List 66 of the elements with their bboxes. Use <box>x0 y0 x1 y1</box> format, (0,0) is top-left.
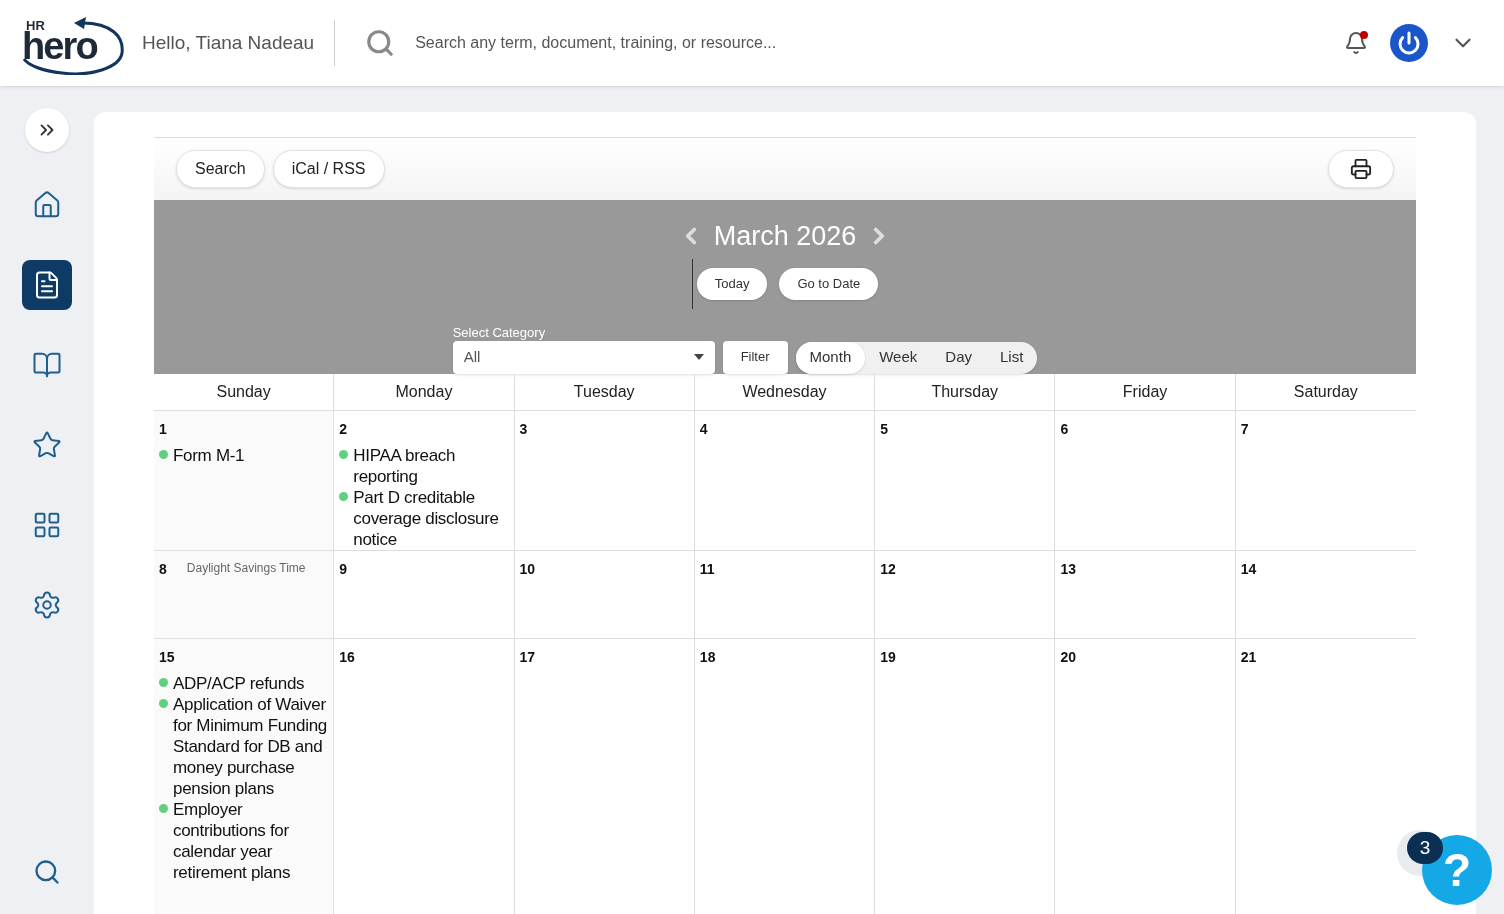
weekday-heading: Thursday <box>875 374 1056 410</box>
search-icon[interactable] <box>33 858 61 886</box>
day-number: 20 <box>1060 648 1076 667</box>
weekday-heading: Sunday <box>154 374 335 410</box>
toolbar-button[interactable]: iCal / RSS <box>272 150 385 188</box>
day-number: 13 <box>1060 560 1076 579</box>
bell-icon <box>1344 31 1368 55</box>
day-number: 10 <box>519 560 536 579</box>
day-number: 7 <box>1240 420 1249 439</box>
avatar[interactable] <box>1390 24 1428 62</box>
category-label: Select Category <box>452 324 547 341</box>
home-icon <box>32 190 62 220</box>
print-button[interactable] <box>1328 150 1394 188</box>
sidebar-document-button[interactable] <box>22 260 72 310</box>
date-nav-button[interactable]: Today <box>696 267 768 300</box>
day-number: 21 <box>1240 648 1257 667</box>
book-icon <box>32 350 62 380</box>
event-link[interactable]: Employer contributions for calendar year retirement plans <box>159 799 330 883</box>
gear-icon <box>32 590 62 620</box>
day-number: 12 <box>880 560 896 579</box>
event-link[interactable]: Part D creditable coverage disclosure notice <box>339 487 510 550</box>
star-icon <box>32 430 62 460</box>
day-number: 19 <box>880 648 896 667</box>
day-number: 3 <box>519 420 528 439</box>
filter-button[interactable]: Filter <box>722 340 788 374</box>
weekday-heading: Friday <box>1055 374 1236 410</box>
day-note: Daylight Savings Time <box>186 560 306 577</box>
day-number: 9 <box>339 560 348 579</box>
day-number: 15 <box>159 648 175 667</box>
day-number: 16 <box>339 648 355 667</box>
notification-button[interactable] <box>1344 31 1368 55</box>
grid-icon <box>32 510 62 540</box>
event-link[interactable]: ADP/ACP refunds <box>159 673 330 694</box>
dropdown-caret-icon <box>693 354 704 360</box>
day-number: 5 <box>880 420 888 439</box>
date-nav-button[interactable]: Go to Date <box>779 267 879 300</box>
month-title: March 2026 <box>713 220 857 253</box>
view-tab[interactable]: Week <box>865 341 932 374</box>
event-link[interactable]: Application of Waiver for Minimum Funding Standard for DB and money purchase pension plans <box>159 694 330 799</box>
view-tab[interactable]: Month <box>795 341 866 374</box>
day-number: 11 <box>699 560 715 579</box>
search-field[interactable]: Search any term, document, training, or resource... <box>415 31 1166 55</box>
day-number: 8 <box>159 560 167 579</box>
day-number: 14 <box>1240 560 1257 579</box>
day-number: 17 <box>519 648 536 667</box>
expand-button[interactable] <box>25 108 69 152</box>
power-icon <box>1397 31 1421 55</box>
event-link[interactable]: HIPAA breach reporting <box>339 445 510 487</box>
logo-swoosh-icon <box>22 15 124 75</box>
day-number: 6 <box>1060 420 1069 439</box>
weekday-heading: Saturday <box>1292 382 1359 402</box>
weekday-heading: Monday <box>334 374 515 410</box>
day-number: 4 <box>699 420 708 439</box>
view-tab[interactable]: List <box>986 341 1038 374</box>
day-number: 1 <box>159 420 167 439</box>
event-link[interactable]: Form M-1 <box>159 445 330 466</box>
printer-icon <box>1350 158 1372 180</box>
weekday-heading: Wednesday <box>694 374 876 410</box>
day-number: 2 <box>339 420 348 439</box>
category-select[interactable]: All <box>452 340 715 374</box>
greeting: Hello, Tiana Nadeau <box>142 30 315 55</box>
day-number: 18 <box>699 648 716 667</box>
view-tab[interactable]: Day <box>931 341 986 374</box>
toolbar-button[interactable]: Search <box>176 150 265 188</box>
search-icon <box>365 28 396 58</box>
weekday-heading: Tuesday <box>514 374 695 410</box>
